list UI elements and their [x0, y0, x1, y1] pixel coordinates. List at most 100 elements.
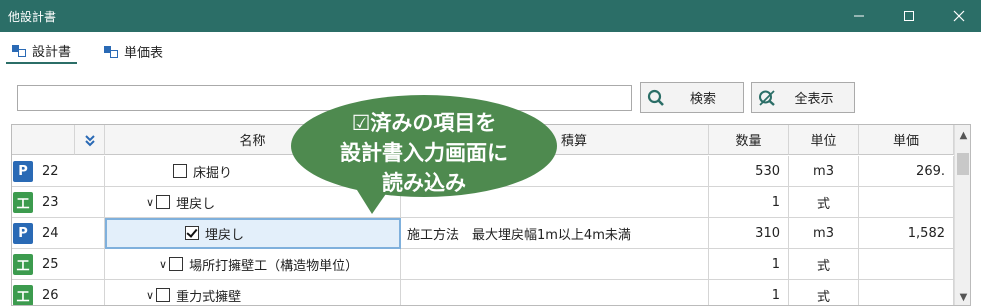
spec-text: 施工方法 最大埋戻幅1m以上4m未満 [407, 227, 631, 243]
row-number: 23 [42, 195, 59, 210]
price-text: 269. [916, 163, 945, 179]
quantity-cell[interactable]: 530 [709, 156, 789, 187]
tab-unit-price-table[interactable]: 単価表 [98, 38, 169, 64]
maximize-icon [904, 11, 914, 21]
scroll-down-icon[interactable]: ▼ [955, 289, 970, 305]
row-checkbox[interactable] [156, 288, 171, 302]
row-header-cell: 工 25 [12, 249, 105, 280]
unit-text: 式 [816, 258, 830, 274]
unit-text: m3 [813, 163, 834, 179]
row-header-cell: P 24 [12, 218, 105, 249]
table-row[interactable]: P 24 埋戻し 施工方法 最大埋戻幅1m以上4m未満 310 m3 1,582 [12, 218, 954, 249]
minimize-icon [854, 15, 864, 17]
name-cell[interactable]: ∨ 場所打擁壁工（構造物単位） [105, 249, 401, 280]
table-row[interactable]: 工 26 ∨ 重力式擁壁 1 式 [12, 280, 954, 305]
collapse-chevron-icon[interactable]: ∨ [159, 258, 167, 271]
search-icon [641, 89, 671, 107]
row-header-cell: 工 23 [12, 187, 105, 218]
header-quantity[interactable]: 数量 [709, 125, 789, 155]
name-text: 埋戻し [205, 227, 245, 243]
tab-label: 設計書 [32, 44, 72, 60]
tab-design-doc[interactable]: 設計書 [6, 38, 78, 64]
unit-cell[interactable]: 式 [789, 249, 859, 280]
header-rownum [12, 125, 75, 155]
row-checkbox[interactable] [173, 164, 187, 178]
type-kou-icon: 工 [13, 192, 33, 213]
quantity-cell[interactable]: 310 [709, 218, 789, 249]
collapse-chevron-icon[interactable]: ∨ [146, 196, 154, 209]
price-cell[interactable] [859, 249, 954, 280]
row-checkbox[interactable] [156, 195, 171, 209]
maximize-button[interactable] [886, 0, 932, 32]
double-chevron-down-icon [84, 134, 95, 146]
header-price[interactable]: 単価 [859, 125, 954, 155]
quantity-cell[interactable]: 1 [709, 280, 789, 305]
price-text: 1,582 [907, 225, 945, 241]
row-header-cell: P 22 [12, 156, 105, 187]
name-text: 場所打擁壁工（構造物単位） [189, 258, 359, 274]
type-p-icon: P [13, 161, 33, 182]
name-text: 重力式擁壁 [176, 289, 242, 305]
title-bar: 他設計書 [0, 0, 981, 32]
unit-text: m3 [813, 225, 834, 241]
table-row[interactable]: 工 25 ∨ 場所打擁壁工（構造物単位） 1 式 [12, 249, 954, 280]
show-all-button[interactable]: 全表示 [751, 82, 855, 113]
row-number: 25 [42, 257, 59, 272]
unit-cell[interactable]: 式 [789, 280, 859, 305]
row-checkbox[interactable] [185, 226, 199, 240]
unit-text: 式 [816, 196, 830, 212]
quantity-text: 530 [755, 163, 780, 179]
minimize-button[interactable] [836, 0, 882, 32]
unit-text: 式 [816, 289, 830, 305]
row-number: 22 [42, 164, 59, 179]
window-title: 他設計書 [8, 10, 57, 24]
callout-line-1: ☑済みの項目を [351, 111, 497, 135]
scroll-up-icon[interactable]: ▲ [955, 127, 970, 143]
tab-bar: 設計書 単価表 [0, 32, 981, 64]
row-checkbox[interactable] [169, 257, 184, 271]
vertical-scrollbar[interactable]: ▲ ▼ [954, 125, 970, 305]
name-cell[interactable]: ∨ 重力式擁壁 [105, 280, 401, 305]
spec-cell[interactable] [401, 249, 709, 280]
price-cell[interactable] [859, 280, 954, 305]
name-text: 埋戻し [176, 196, 216, 212]
tab-label: 単価表 [124, 45, 164, 61]
name-text: 床掘り [193, 165, 233, 181]
quantity-text: 1 [771, 287, 780, 303]
search-button[interactable]: 検索 [640, 82, 744, 113]
quantity-text: 1 [771, 256, 780, 272]
expand-all-button[interactable] [75, 125, 105, 155]
clear-filter-icon [752, 89, 782, 107]
spec-cell[interactable]: 施工方法 最大埋戻幅1m以上4m未満 [401, 218, 709, 249]
row-header-cell: 工 26 [12, 280, 105, 305]
search-button-label: 検索 [689, 92, 716, 107]
close-button[interactable] [936, 0, 981, 32]
spec-cell[interactable] [401, 280, 709, 305]
document-icon [104, 45, 118, 58]
callout-line-2: 設計書入力画面に [340, 141, 508, 165]
type-kou-icon: 工 [13, 254, 33, 275]
quantity-text: 310 [755, 225, 780, 241]
name-cell[interactable]: 埋戻し [105, 218, 401, 249]
scroll-thumb[interactable] [957, 153, 969, 175]
row-number: 24 [42, 226, 59, 241]
callout-line-3: 読み込み [382, 171, 466, 195]
unit-cell[interactable]: m3 [789, 218, 859, 249]
header-unit[interactable]: 単位 [789, 125, 859, 155]
type-kou-icon: 工 [13, 285, 33, 305]
quantity-cell[interactable]: 1 [709, 187, 789, 218]
show-all-button-label: 全表示 [794, 92, 834, 107]
document-icon [12, 44, 26, 57]
close-icon [953, 10, 965, 22]
unit-cell[interactable]: m3 [789, 156, 859, 187]
price-cell[interactable]: 1,582 [859, 218, 954, 249]
price-cell[interactable]: 269. [859, 156, 954, 187]
callout-balloon: ☑済みの項目を 設計書入力画面に 読み込み [290, 94, 558, 218]
collapse-chevron-icon[interactable]: ∨ [146, 289, 154, 302]
type-p-icon: P [13, 223, 33, 244]
unit-cell[interactable]: 式 [789, 187, 859, 218]
row-number: 26 [42, 288, 59, 303]
quantity-cell[interactable]: 1 [709, 249, 789, 280]
quantity-text: 1 [771, 194, 780, 210]
price-cell[interactable] [859, 187, 954, 218]
